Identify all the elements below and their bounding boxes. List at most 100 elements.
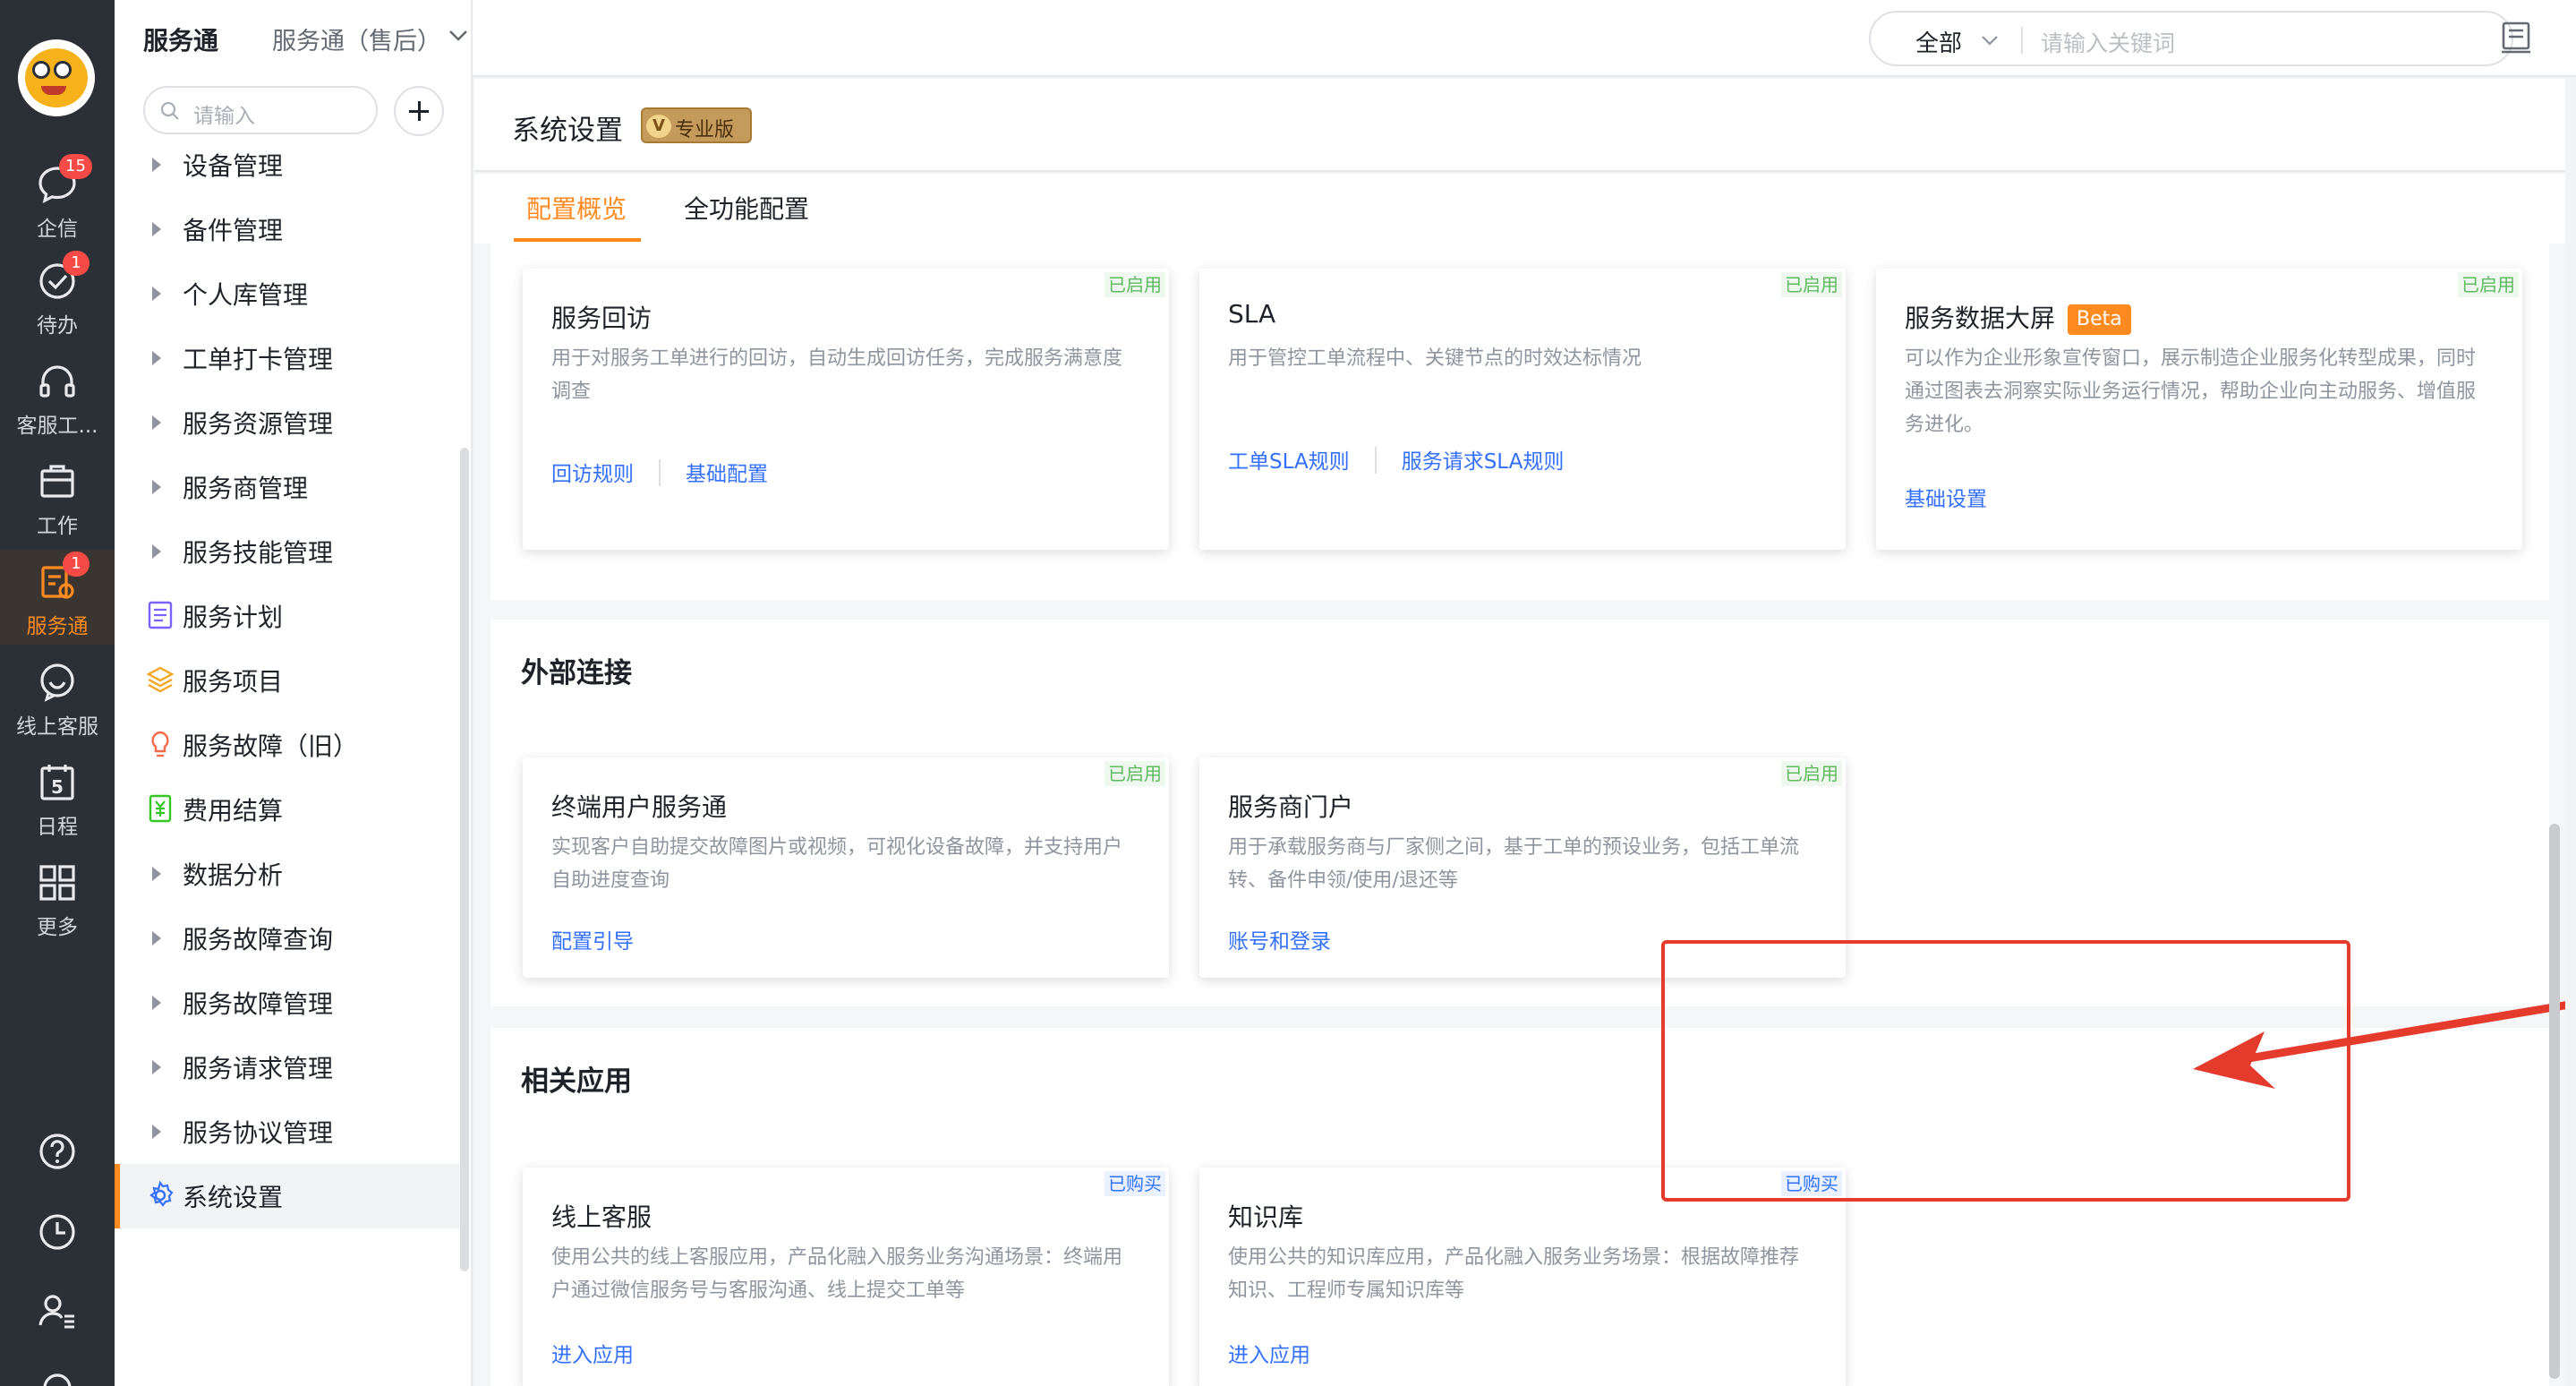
feature-card[interactable]: 已启用 服务回访 用于对服务工单进行的回访，自动生成回访任务，完成服务满意度调查 回访… [523,269,1169,550]
rail-item-messages[interactable]: 15 企信 [0,152,115,247]
chevron-down-icon[interactable] [1980,32,2000,48]
sidebar-item[interactable]: 服务协议管理 [116,1099,460,1164]
card-title-text: 终端用户服务通 [551,792,728,822]
tab-full-config[interactable]: 全功能配置 [684,190,809,226]
rail-item-customer-service-workbench[interactable]: 客服工... [0,349,115,444]
rail-item-work[interactable]: 工作 [0,449,115,544]
tab-config-overview[interactable]: 配置概览 [526,190,627,226]
card-title-text: SLA [1228,299,1276,329]
card-title-text: 知识库 [1228,1202,1304,1232]
sidebar-item[interactable]: 服务故障管理 [116,971,460,1035]
card-link[interactable]: 基础设置 [1905,488,1987,511]
sidebar-item-label: 工单打卡管理 [183,345,334,374]
feature-card[interactable]: 已购买 线上客服 使用公共的线上客服应用，产品化融入服务业务沟通场景：终端用户通过微… [523,1168,1169,1386]
card-links: 基础设置 [1905,482,1987,512]
sidebar-item[interactable]: 个人库管理 [116,261,460,326]
section-title: 相关应用 [521,1065,632,1098]
card-description: 实现客户自助提交故障图片或视频，可视化设备故障，并支持用户自助进度查询 [551,836,1123,892]
status-badge: 已启用 [1781,272,1842,297]
card-title: 知识库 [1228,1198,1303,1234]
card-link[interactable]: 进入应用 [1228,1344,1310,1367]
card-link[interactable]: 配置引导 [551,930,634,954]
sidebar-item[interactable]: 服务请求管理 [116,1035,460,1099]
card-links: 进入应用 [551,1338,634,1368]
user-settings-icon[interactable] [36,1289,79,1332]
card-links: 账号和登录 [1228,924,1331,954]
side-menu: 服务通 服务通（售后） 请输入 设备管理 备件管理 个人库管理 工单打卡管理 服务资源管… [115,0,473,1386]
settings-gear-icon[interactable] [36,1366,79,1386]
add-button[interactable] [394,86,444,136]
sidebar-item[interactable]: 数据分析 [116,842,460,906]
section-title: 外部连接 [521,657,632,689]
card-links: 回访规则 基础配置 [551,457,768,487]
sidebar-item[interactable]: 服务项目 [116,648,460,713]
caret-right-icon [152,1060,161,1074]
logo-face [25,48,88,107]
tab-bar: 配置概览 全功能配置 [474,174,2565,244]
sidebar-item[interactable]: 系统设置 [115,1164,460,1228]
card-link[interactable]: 服务请求SLA规则 [1402,450,1565,474]
beta-badge: Beta [2068,304,2131,335]
caret-right-icon [152,480,161,494]
status-badge: 已启用 [1781,761,1842,786]
card-link[interactable]: 进入应用 [551,1344,634,1367]
app-logo[interactable] [18,39,95,116]
sidebar-item[interactable]: 服务技能管理 [116,519,460,584]
clock-icon[interactable] [36,1211,79,1253]
global-search-input[interactable]: 请输入关键词 [2041,26,2175,58]
card-description: 用于承载服务商与厂家侧之间，基于工单的预设业务，包括工单流转、备件申领/使用/退… [1228,836,1800,892]
status-badge: 已购买 [1105,1171,1165,1196]
card-title: 服务商门户 [1228,788,1353,824]
sidebar-item-label: 备件管理 [183,216,284,245]
rail-item-service-platform[interactable]: 1 服务通 [0,550,115,645]
caret-right-icon [152,544,161,559]
feature-card[interactable]: 已启用 SLA 用于管控工单流程中、关键节点的时效达标情况 工单SLA规则 服务请求SL… [1199,269,1846,550]
inbox-icon[interactable] [2500,20,2532,56]
module-switcher[interactable]: 服务通（售后） [272,21,441,56]
sidebar-item[interactable]: 工单打卡管理 [116,326,460,390]
grid-apps-icon [39,865,75,901]
layers-icon [146,666,175,693]
card-link[interactable]: 账号和登录 [1228,930,1331,954]
sidebar-item[interactable]: 服务资源管理 [116,390,460,455]
card-link[interactable]: 工单SLA规则 [1228,450,1350,474]
card-links: 进入应用 [1228,1338,1310,1368]
sidebar-item[interactable]: 服务商管理 [116,455,460,519]
global-search[interactable]: 全部 请输入关键词 [1869,11,2513,66]
sidebar-item[interactable]: 设备管理 [116,133,460,197]
active-tab-indicator [514,238,641,242]
rail-item-more[interactable]: 更多 [0,851,115,945]
card-title: 服务数据大屏 Beta [1905,299,2131,335]
help-icon[interactable] [36,1130,79,1173]
briefcase-icon [40,465,74,498]
sidebar-item[interactable]: 服务故障查询 [116,906,460,971]
search-scope-select[interactable]: 全部 [1915,25,1962,58]
menu-search-input[interactable]: 请输入 [143,86,378,134]
content-area: 已启用 服务回访 用于对服务工单进行的回访，自动生成回访任务，完成服务满意度调查 回访… [474,244,2565,1386]
feature-card[interactable]: 已启用 服务数据大屏 Beta 可以作为企业形象宣传窗口，展示制造企业服务化转型成果，… [1876,269,2522,550]
card-link[interactable]: 基础配置 [686,463,768,486]
caret-right-icon [152,222,161,236]
sidebar-item[interactable]: 服务计划 [116,584,460,648]
sidebar-item[interactable]: 服务故障（旧） [116,713,460,777]
sidebar-item-label: 服务故障（旧） [183,732,359,761]
sidebar-item[interactable]: 备件管理 [116,197,460,261]
sidebar-item[interactable]: 费用结算 [116,777,460,842]
page-header: 系统设置 V 专业版 [474,79,2565,172]
content-scrollbar[interactable] [2549,824,2560,1379]
caret-right-icon [152,1125,161,1139]
caret-right-icon [152,287,161,301]
rail-item-todo[interactable]: 1 待办 [0,249,115,344]
card-links: 工单SLA规则 服务请求SLA规则 [1228,444,1564,475]
rail-item-online-service[interactable]: 线上客服 [0,650,115,745]
rail-item-calendar[interactable]: 5 日程 [0,750,115,845]
caret-right-icon [152,931,161,945]
app-rail: 15 企信 1 待办 客服工... 工作 1 服务通 线上客服 5 日程 更多 [0,0,115,1386]
sidebar-item-label: 服务计划 [183,603,284,632]
feature-card[interactable]: 已启用 终端用户服务通 实现客户自助提交故障图片或视频，可视化设备故障，并支持用户自… [523,757,1169,978]
menu-scrollbar[interactable] [460,448,469,1271]
chevron-down-icon[interactable] [448,27,469,45]
sidebar-item-label: 服务故障管理 [183,989,334,1019]
card-link[interactable]: 回访规则 [551,463,634,486]
bulb-icon [151,731,169,757]
